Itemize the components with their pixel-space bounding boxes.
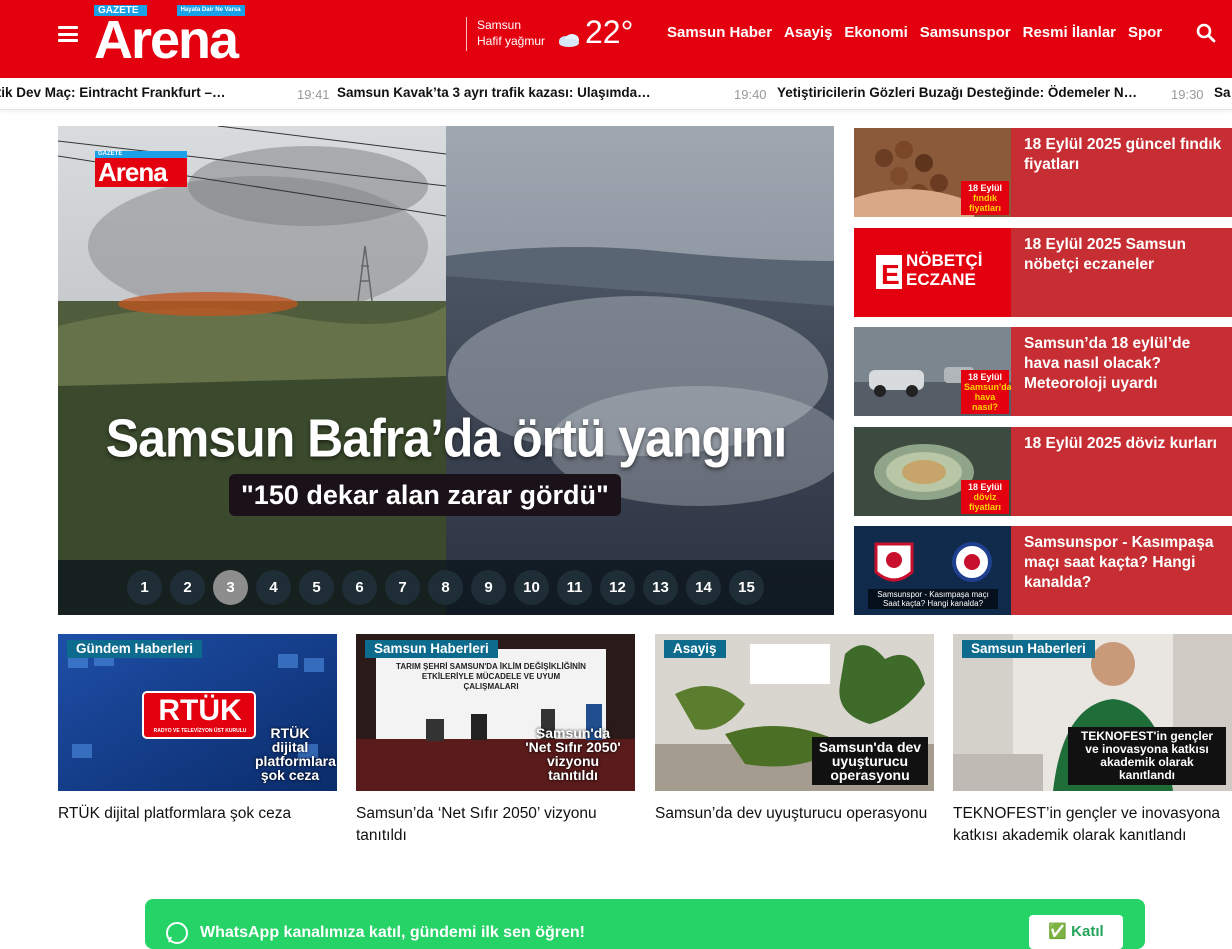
side-news-title: 18 Eylül 2025 güncel fındık fiyatları [1024,136,1222,173]
side-news-title: 18 Eylül 2025 Samsun nöbetçi eczaneler [1024,236,1186,273]
whatsapp-join-button[interactable]: ✅ Katıl [1029,915,1123,949]
eczane-badge: NÖBETÇİ ECZANE [906,251,983,289]
side-news-item[interactable]: Samsunspor - Kasımpaşa maçı Saat kaçta? H… [854,526,1232,615]
slider-page-14[interactable]: 14 [686,570,721,605]
side-news-thumbnail: 18 Eylül Samsun'da hava nasıl? [854,327,1011,416]
side-news-item[interactable]: 18 Eylül Samsun'da hava nasıl? Samsun’da … [854,327,1232,416]
whatsapp-banner[interactable]: WhatsApp kanalımıza katıl, gündemi ilk s… [145,899,1145,949]
site-logo[interactable]: GAZETE Hayata Dair Ne Varsa Arena [94,5,260,70]
side-news-thumbnail: 18 Eylül fındık fiyatları [854,128,1011,217]
slider-page-4[interactable]: 4 [256,570,291,605]
screen-title: TARIM ŞEHRİ SAMSUN'DA İKLİM DEĞİŞİKLİĞİN… [396,662,586,691]
thumb-badge: 18 Eylül Samsun'da hava nasıl? [961,370,1011,414]
whatsapp-icon [166,922,188,944]
cloud-rain-icon [559,34,579,47]
slider-page-13[interactable]: 13 [643,570,678,605]
side-news-item[interactable]: 18 Eylül döviz fiyatları 18 Eylül 2025 dö… [854,427,1232,516]
nav-samsunspor[interactable]: Samsunspor [920,24,1011,42]
nav-asayis[interactable]: Asayiş [784,24,832,42]
rtuk-logo: RTÜK RADYO VE TELEVİZYON ÜST KURULU [153,694,247,734]
svg-text:E: E [881,259,900,290]
ticker-item[interactable]: Kritik Dev Maç: Eintracht Frankfurt –… [0,85,238,100]
news-card-title: RTÜK dijital platformlara şok ceza [58,805,292,822]
news-card-title: TEKNOFEST’in gençler ve inovasyona katkı… [953,805,1221,844]
news-card-image: Asayiş Samsun'da dev uyuşturucu operasyo… [655,634,934,791]
news-card-caption: TEKNOFEST'in gençler ve inovasyona katkı… [1068,727,1226,785]
slider-page-7[interactable]: 7 [385,570,420,605]
news-card-caption: Samsun'da dev uyuşturucu operasyonu [812,737,928,785]
nav-spor[interactable]: Spor [1128,24,1162,42]
side-news-title: Samsunspor - Kasımpaşa maçı saat kaçta? … [1024,534,1214,591]
whatsapp-banner-text: WhatsApp kanalımıza katıl, gündemi ilk s… [200,924,585,941]
nav-ekonomi[interactable]: Ekonomi [844,24,907,42]
hero-logo: GAZETE Arena [95,151,187,187]
slider-page-11[interactable]: 11 [557,570,592,605]
side-news-item[interactable]: 18 Eylül fındık fiyatları 18 Eylül 2025 g… [854,128,1232,217]
hero-slider[interactable]: GAZETE Arena Samsun Bafra’da örtü yangın… [58,126,834,615]
ticker-time: 19:41 [297,87,330,102]
ticker-time: 19:30 [1171,87,1204,102]
weather-description: Hafif yağmur [477,34,546,48]
news-card[interactable]: TARIM ŞEHRİ SAMSUN'DA İKLİM DEĞİŞİKLİĞİN… [356,634,635,847]
thumb-caption: Samsunspor - Kasımpaşa maçı Saat kaçta? H… [868,589,998,609]
slider-page-8[interactable]: 8 [428,570,463,605]
ticker-item[interactable]: Samsun Kavak’ta 3 ayrı trafik kazası: Ul… [337,85,667,100]
news-card[interactable]: Asayiş Samsun'da dev uyuşturucu operasyo… [655,634,934,825]
site-header: GAZETE Hayata Dair Ne Varsa Arena Samsun… [0,0,1232,78]
side-news-thumbnail: 18 Eylül döviz fiyatları [854,427,1011,516]
news-card-image: RTÜK RADYO VE TELEVİZYON ÜST KURULU Günd… [58,634,337,791]
hero-subtitle: "150 dekar alan zarar gördü" [229,474,621,516]
slider-page-2[interactable]: 2 [170,570,205,605]
weather-city: Samsun [477,18,522,32]
ticker-item[interactable]: Yetiştiricilerin Gözleri Buzağı Desteğin… [777,85,1157,100]
slider-page-15[interactable]: 15 [729,570,764,605]
news-card-category[interactable]: Samsun Haberleri [365,640,498,658]
news-card-caption: Samsun'da 'Net Sıfır 2050' vizyonu tanıt… [525,725,621,783]
hero-image [58,126,834,615]
news-card-category[interactable]: Asayiş [664,640,726,658]
news-card[interactable]: Samsun Haberleri TEKNOFEST'in gençler ve… [953,634,1232,847]
news-ticker: Kritik Dev Maç: Eintracht Frankfurt –… 1… [0,78,1232,110]
slider-page-12[interactable]: 12 [600,570,635,605]
nav-samsun-haber[interactable]: Samsun Haber [667,24,772,42]
logo-wordmark: Arena [94,10,239,70]
news-card-category[interactable]: Gündem Haberleri [67,640,203,658]
side-news-thumbnail: Samsunspor - Kasımpaşa maçı Saat kaçta? H… [854,526,1011,615]
slider-page-10[interactable]: 10 [514,570,549,605]
news-card-image: TARIM ŞEHRİ SAMSUN'DA İKLİM DEĞİŞİKLİĞİN… [356,634,635,791]
side-news-thumbnail: E NÖBETÇİ ECZANE [854,228,1011,317]
weather-widget[interactable]: Samsun Hafif yağmur 22° [466,15,633,51]
news-card-title: Samsun’da dev uyuşturucu operasyonu [655,805,928,822]
ticker-item[interactable]: Sa [1214,85,1232,100]
slider-page-6[interactable]: 6 [342,570,377,605]
side-news-item[interactable]: E NÖBETÇİ ECZANE 18 Eylül 2025 Samsun nöb… [854,228,1232,317]
side-news-title: 18 Eylül 2025 döviz kurları [1024,435,1217,452]
slider-pagination: 1 2 3 4 5 6 7 8 9 10 11 12 13 14 15 [127,570,772,605]
news-card[interactable]: RTÜK RADYO VE TELEVİZYON ÜST KURULU Günd… [58,634,337,825]
slider-page-5[interactable]: 5 [299,570,334,605]
weather-temperature: 22° [585,14,634,50]
hero-title[interactable]: Samsun Bafra’da örtü yangını [58,406,834,471]
thumb-badge: 18 Eylül döviz fiyatları [961,480,1009,514]
news-card-image: Samsun Haberleri TEKNOFEST'in gençler ve… [953,634,1232,791]
slider-page-3[interactable]: 3 [213,570,248,605]
search-icon[interactable] [1196,23,1216,43]
slider-page-9[interactable]: 9 [471,570,506,605]
news-card-category[interactable]: Samsun Haberleri [962,640,1095,658]
news-card-title: Samsun’da ‘Net Sıfır 2050’ vizyonu tanıt… [356,805,597,844]
news-card-caption: RTÜK dijital platformlara şok ceza [255,725,336,783]
nav-resmi-ilanlar[interactable]: Resmi İlanlar [1023,24,1116,42]
menu-icon[interactable] [58,26,78,42]
slider-page-1[interactable]: 1 [127,570,162,605]
side-news-title: Samsun’da 18 eylül’de hava nasıl olacak?… [1024,335,1191,392]
ticker-time: 19:40 [734,87,767,102]
thumb-badge: 18 Eylül fındık fiyatları [961,181,1009,215]
main-nav: Samsun Haber Asayiş Ekonomi Samsunspor R… [667,24,1174,42]
